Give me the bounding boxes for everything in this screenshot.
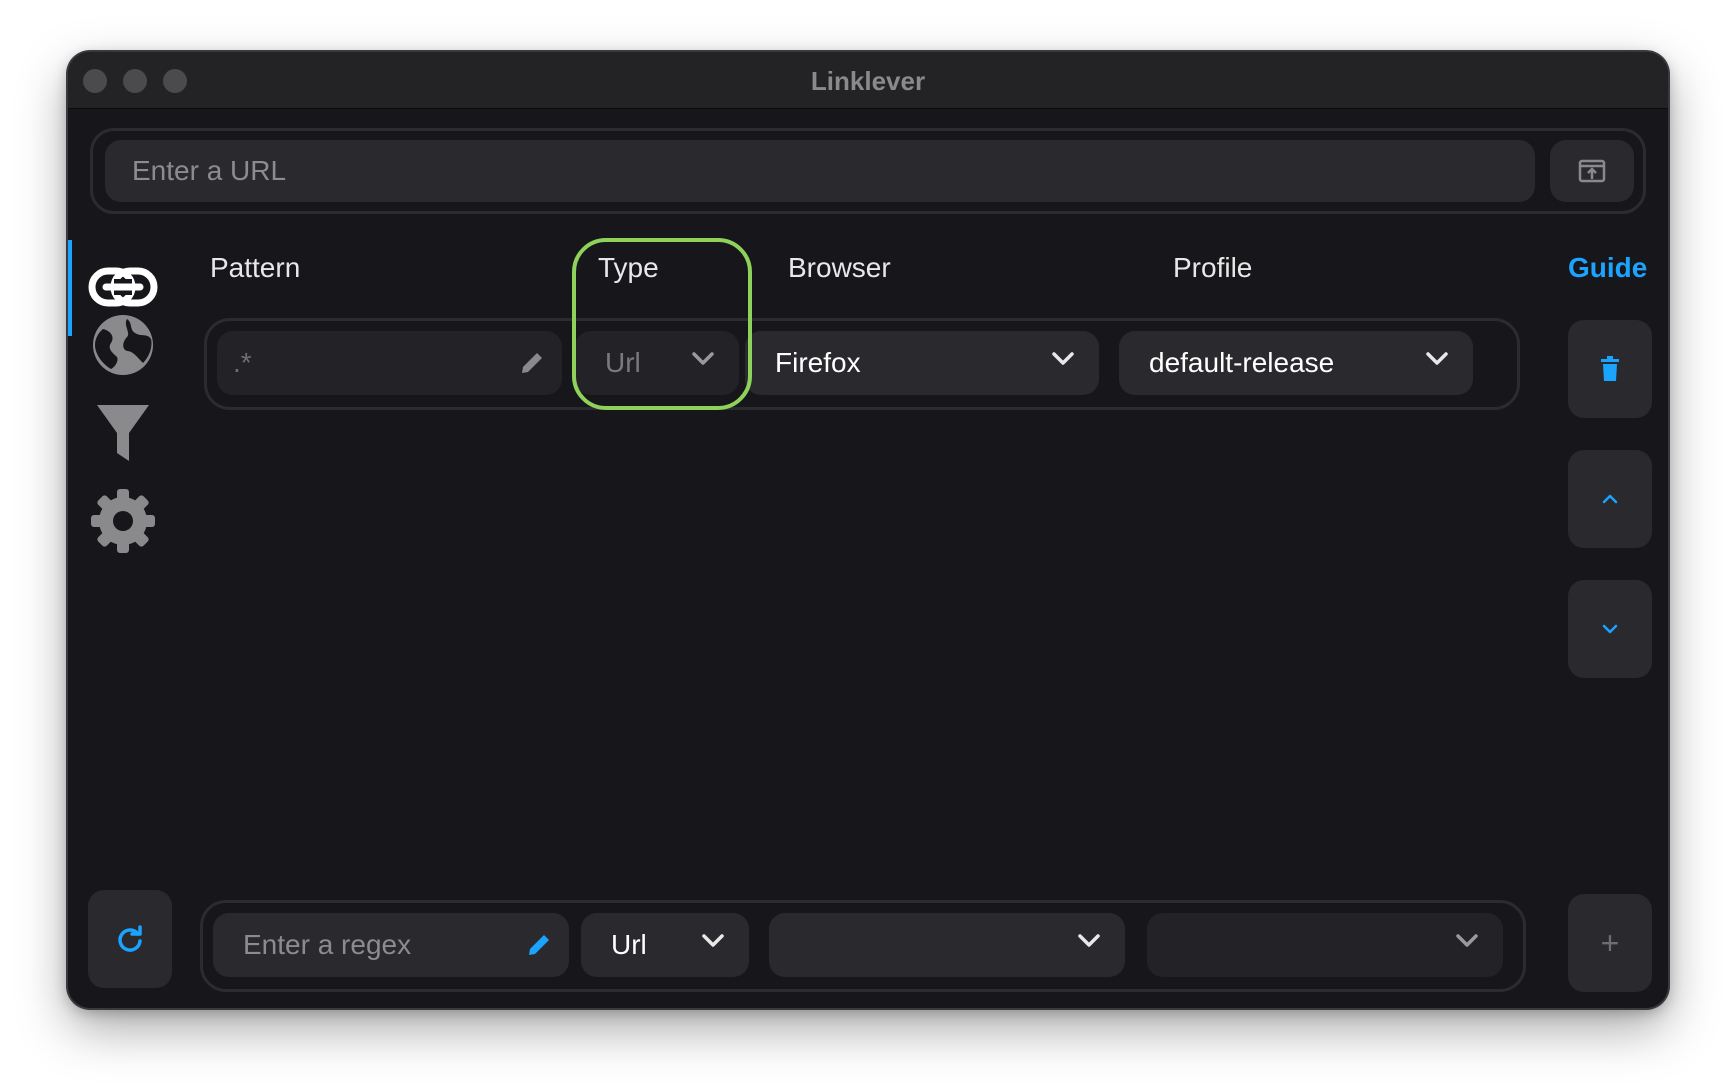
new-profile-select[interactable] [1147, 913, 1503, 977]
sidebar-active-indicator [68, 240, 72, 336]
new-pattern-placeholder: Enter a regex [243, 929, 412, 960]
gear-icon [91, 489, 155, 553]
new-browser-select[interactable] [769, 913, 1125, 977]
chevron-up-icon [1602, 494, 1618, 504]
sidebar-item-browsers[interactable] [88, 310, 158, 380]
profile-value: default-release [1149, 347, 1335, 378]
browser-select[interactable]: Firefox [745, 331, 1099, 395]
reload-button[interactable] [88, 890, 172, 988]
header-browser: Browser [788, 252, 891, 283]
sidebar-item-filters[interactable] [88, 398, 158, 468]
new-type-select[interactable]: Url [581, 913, 749, 977]
chevron-down-icon [1078, 934, 1100, 947]
title-bar: Linklever [68, 52, 1668, 109]
edit-pencil-icon[interactable] [525, 931, 553, 959]
open-url-button[interactable] [1550, 140, 1634, 202]
header-pattern: Pattern [210, 252, 301, 283]
browser-value: Firefox [775, 347, 861, 378]
sidebar-item-settings[interactable] [88, 486, 158, 556]
open-in-window-icon [1578, 159, 1606, 183]
guide-link[interactable]: Guide [1568, 252, 1647, 284]
table-row: .* Url Firefox default-release [204, 318, 1520, 410]
app-window: Linklever Enter a URL Pattern Type Brows… [68, 52, 1668, 1008]
window-title: Linklever [810, 66, 926, 96]
header-profile: Profile [1173, 252, 1253, 283]
chevron-down-icon [702, 934, 724, 947]
url-input[interactable] [105, 140, 1535, 202]
new-rule-row: Enter a regex Url [200, 900, 1526, 992]
type-column-highlight [572, 238, 752, 410]
new-pattern-input[interactable]: Enter a regex [213, 913, 569, 977]
globe-icon [93, 315, 153, 375]
chevron-down-icon [1602, 624, 1618, 634]
pattern-field[interactable]: .* [217, 331, 562, 395]
new-type-value: Url [611, 929, 647, 960]
chevron-down-icon [1456, 934, 1478, 947]
chevron-down-icon [1052, 352, 1074, 365]
trash-icon [1601, 356, 1619, 381]
delete-rule-button[interactable] [1568, 320, 1652, 418]
add-rule-button[interactable]: + [1568, 894, 1652, 992]
refresh-icon [118, 925, 142, 952]
chevron-down-icon [1426, 352, 1448, 365]
profile-select[interactable]: default-release [1119, 331, 1473, 395]
link-icon [88, 267, 158, 307]
edit-pencil-icon[interactable] [518, 349, 546, 377]
move-up-button[interactable] [1568, 450, 1652, 548]
pattern-value: .* [233, 347, 252, 378]
filter-icon [97, 405, 149, 461]
move-down-button[interactable] [1568, 580, 1652, 678]
url-bar [90, 128, 1646, 214]
